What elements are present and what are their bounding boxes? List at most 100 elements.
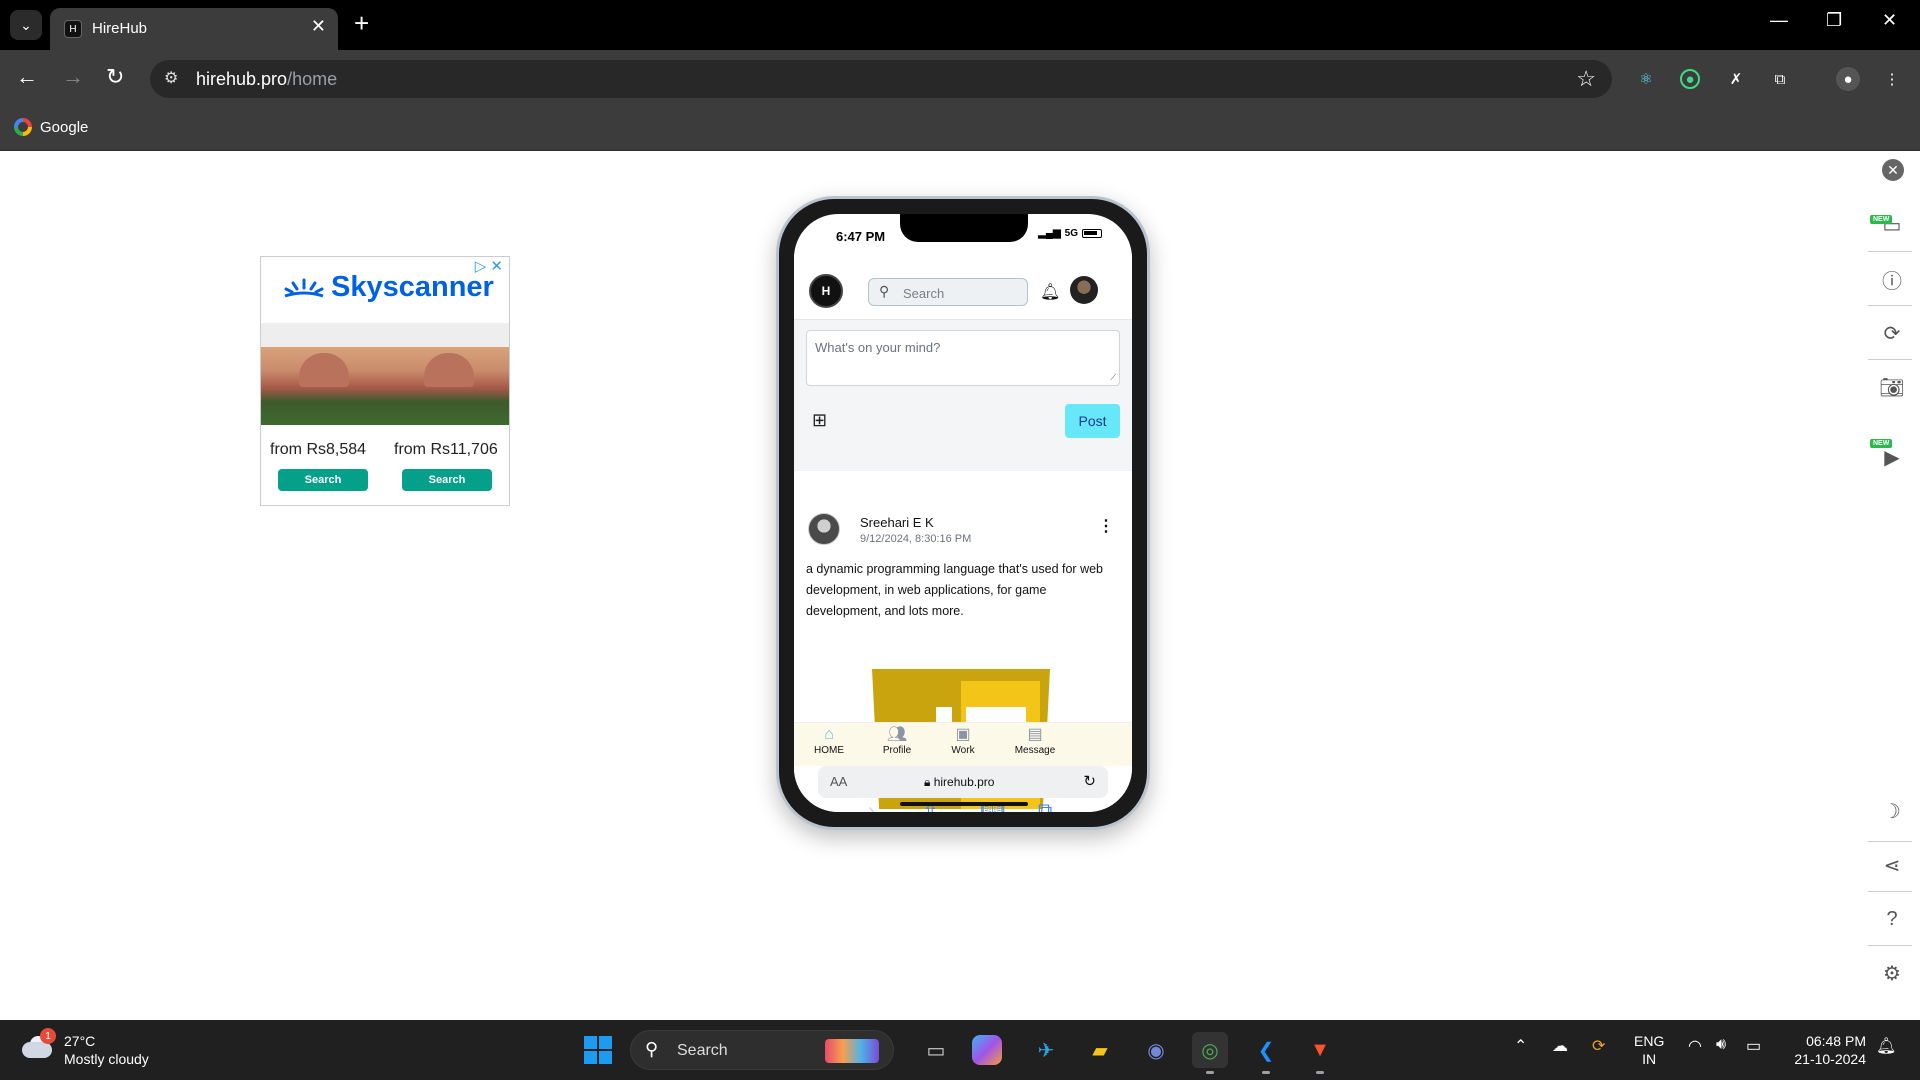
weather-widget[interactable]: 1 27°C Mostly cloudy [20,1028,149,1068]
safari-forward-icon[interactable]: › [868,800,875,812]
extension-circle-icon[interactable]: ● [1680,69,1700,89]
status-indicators: ▂▄▆ 5G [1038,228,1102,239]
restore-icon[interactable]: ❐ [1826,10,1842,31]
brave-icon[interactable]: ▼ [1302,1032,1338,1074]
react-devtools-icon[interactable]: ⚛ [1634,67,1658,91]
people-icon: 👥︎ [886,726,908,743]
volume-icon[interactable]: 🔊︎ [1716,1036,1726,1054]
browser-tab[interactable]: H HireHub ✕ [50,8,338,50]
safari-tabs-icon[interactable]: ⧉ [1038,800,1052,812]
profile-avatar-icon[interactable]: ● [1836,67,1860,91]
post-menu-icon[interactable]: ⋮ [1098,519,1114,535]
bookmark-star-icon[interactable]: ☆ [1576,66,1596,92]
safari-reload-icon[interactable]: ↻ [1083,772,1096,790]
ad-price: from Rs11,706 [394,441,498,458]
weather-badge: 1 [40,1028,56,1044]
add-image-icon[interactable]: ⊞ [812,410,827,431]
camera-icon[interactable]: 📷︎ [1878,373,1906,401]
address-toolbar: ← → ↻ ⚙ hirehub.pro/home ☆ ⚛ ● ✗ ⧉ ● ⋮ [0,50,1920,108]
help-icon[interactable]: ? [1878,905,1906,933]
safari-host: 🔒︎ hirehub.pro [924,775,995,789]
omnibox[interactable]: ⚙ hirehub.pro/home ☆ [150,60,1612,98]
vscode-icon[interactable]: ❮ [1248,1032,1284,1074]
nav-home[interactable]: ⌂ HOME [794,725,864,756]
post-timestamp: 9/12/2024, 8:30:16 PM [860,533,972,545]
divider [1868,945,1912,946]
reload-icon[interactable]: ↻ [106,64,124,90]
ad-choices-icon[interactable]: ▷ ✕ [475,257,503,275]
notification-bell-icon[interactable]: 🔔︎ [1876,1036,1896,1056]
bookmark-google[interactable]: Google [14,118,88,136]
nav-profile[interactable]: 👥︎ Profile [862,725,932,756]
bookmark-label: Google [40,118,89,136]
tab-search-button[interactable]: ⌄ [10,10,42,40]
divider [1868,305,1912,306]
post-textarea[interactable]: What's on your mind? ⟋ [806,330,1120,386]
ad-search-button[interactable]: Search [278,469,368,491]
app-logo[interactable]: H [809,274,843,308]
resize-grip-icon[interactable]: ⟋ [1110,373,1116,383]
safari-back-icon[interactable]: ‹ [812,800,819,812]
taskbar-search-label: Search [677,1042,728,1059]
sync-icon[interactable]: ⟳ [1592,1036,1605,1056]
phone-frame: 6:47 PM ▂▄▆ 5G H ⚲ Search 🔔︎ What's on y… [776,196,1150,830]
author-name[interactable]: Sreehari E K [860,515,934,530]
extension-x-icon[interactable]: ✗ [1724,67,1748,91]
bell-icon[interactable]: 🔔︎ [1040,282,1060,302]
onedrive-icon[interactable]: ☁ [1552,1036,1568,1056]
search-highlight-art [825,1039,879,1063]
info-icon[interactable]: ⓘ [1878,265,1906,293]
window-close-icon[interactable]: ✕ [1882,10,1897,31]
telegram-icon[interactable]: ✈ [1028,1032,1064,1068]
nav-message[interactable]: ▤ Message [1000,725,1070,756]
weather-desc: Mostly cloudy [64,1051,149,1067]
battery-icon[interactable]: ▭ [1746,1036,1761,1056]
extensions-puzzle-icon[interactable]: ⧉ [1768,67,1792,91]
post-button[interactable]: Post [1065,404,1120,438]
status-time: 6:47 PM [836,229,886,244]
app-bottom-nav: ⌂ HOME 👥︎ Profile ▣ Work ▤ Message [794,722,1132,766]
file-explorer-icon[interactable]: ▰ [1082,1032,1118,1068]
user-avatar[interactable] [1070,276,1098,304]
language-indicator[interactable]: ENG IN [1634,1032,1664,1068]
rotate-icon[interactable]: ⟳ [1878,319,1906,347]
discord-icon[interactable]: ◉ [1138,1032,1174,1068]
forward-icon[interactable]: → [62,64,84,90]
safari-url-bar[interactable]: AA 🔒︎ hirehub.pro ↻ [818,766,1108,798]
tab-title: HireHub [92,20,148,37]
close-panel-icon[interactable]: ✕ [1882,159,1904,181]
phone-notch [900,214,1028,242]
task-view-icon[interactable]: ▭ [918,1032,954,1068]
home-icon: ⌂ [824,726,834,743]
taskbar-search[interactable]: ⚲ Search [630,1030,894,1070]
copilot-icon[interactable] [972,1035,1002,1065]
reader-aa-button[interactable]: AA [830,774,847,789]
close-tab-icon[interactable]: ✕ [311,16,326,37]
app-search-input[interactable]: ⚲ Search [868,278,1028,306]
new-badge: NEW [1870,439,1893,448]
divider [1868,841,1912,842]
skyscanner-ad[interactable]: Skyscanner ▷ ✕ from Rs8,584 from Rs11,70… [260,256,510,506]
post-text: a dynamic programming language that's us… [806,562,1103,618]
post-composer: What's on your mind? ⟋ ⊞ Post [794,320,1132,470]
nav-work[interactable]: ▣ Work [928,725,998,756]
dark-mode-icon[interactable]: ☽ [1878,797,1906,825]
chrome-icon[interactable]: ◎ [1192,1032,1228,1074]
new-tab-button[interactable]: + [354,8,369,39]
system-clock[interactable]: 06:48 PM 21-10-2024 [1786,1032,1866,1068]
back-icon[interactable]: ← [16,64,38,90]
wifi-icon[interactable]: ◠ [1688,1036,1702,1056]
network-label: 5G [1064,228,1078,239]
tray-overflow-icon[interactable]: ⌃ [1514,1036,1527,1056]
share-icon[interactable]: ⋖ [1878,851,1906,879]
home-indicator [900,802,1028,806]
windows-start-icon[interactable] [584,1036,612,1064]
ad-search-button[interactable]: Search [402,469,492,491]
minimize-icon[interactable]: — [1770,10,1788,31]
settings-gear-icon[interactable]: ⚙ [1878,959,1906,987]
site-info-icon[interactable]: ⚙ [164,68,178,88]
google-icon [14,118,32,136]
author-avatar[interactable] [808,513,840,545]
url-text[interactable]: hirehub.pro/home [196,69,337,90]
browser-menu-icon[interactable]: ⋮ [1880,67,1904,91]
